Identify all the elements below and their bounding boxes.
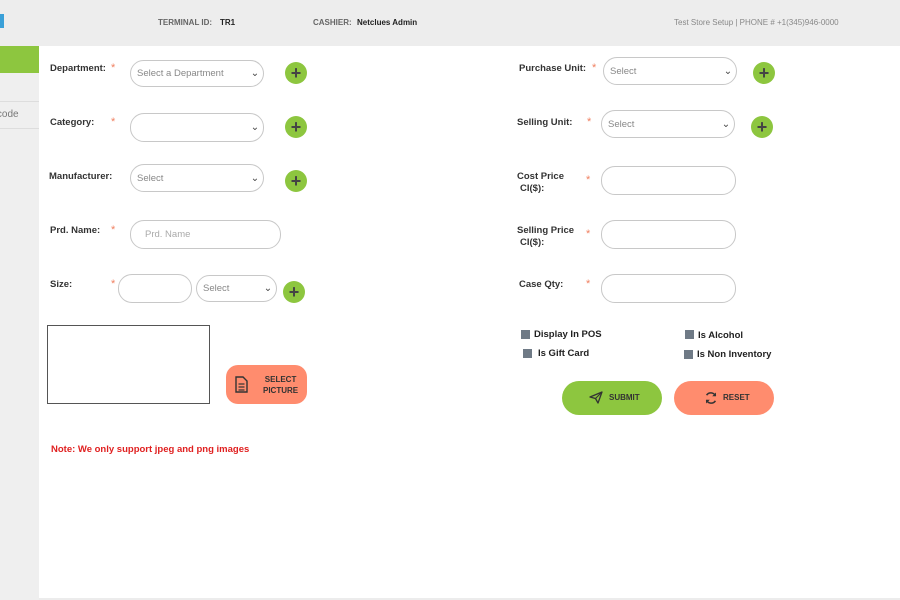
is-gift-card-checkbox[interactable] — [523, 349, 532, 358]
terminal-id-value: TR1 — [220, 18, 236, 27]
add-department-button[interactable]: + — [285, 62, 307, 84]
manufacturer-value: Select — [137, 172, 164, 184]
plus-icon: + — [288, 282, 300, 302]
selling-unit-value: Select — [608, 118, 635, 130]
is-alcohol-checkbox[interactable] — [685, 330, 694, 339]
is-alcohol-label: Is Alcohol — [698, 330, 744, 341]
cost-price-input[interactable] — [601, 166, 736, 195]
sidebar-item-barcode[interactable]: arcode — [0, 101, 39, 129]
required-mark: * — [592, 62, 597, 74]
sidebar — [0, 46, 39, 600]
purchase-unit-label: Purchase Unit: — [519, 63, 587, 74]
plus-icon: + — [290, 117, 302, 137]
refresh-icon — [705, 392, 717, 404]
select-picture-label: SELECT PICTURE — [263, 374, 298, 396]
sidebar-item-active[interactable] — [0, 46, 39, 73]
required-mark: * — [586, 174, 591, 186]
category-label: Category: — [50, 117, 95, 128]
chevron-down-icon: ⌄ — [250, 172, 260, 184]
is-non-inventory-label: Is Non Inventory — [697, 349, 772, 360]
size-unit-value: Select — [203, 283, 230, 294]
store-info: Test Store Setup | PHONE # +1(345)946-00… — [674, 18, 839, 27]
chevron-down-icon: ⌄ — [250, 68, 260, 79]
product-name-label: Prd. Name: — [50, 225, 101, 236]
required-mark: * — [111, 278, 116, 290]
case-qty-input[interactable] — [601, 274, 736, 303]
document-icon — [235, 376, 248, 393]
required-mark: * — [586, 228, 591, 240]
logo — [0, 14, 4, 28]
department-select[interactable]: Select a Department ⌄ — [130, 60, 264, 87]
chevron-down-icon: ⌄ — [723, 65, 733, 77]
department-label: Department: — [50, 63, 106, 74]
size-unit-select[interactable]: Select ⌄ — [196, 275, 277, 302]
manufacturer-label: Manufacturer: — [49, 171, 113, 182]
picture-preview — [47, 325, 210, 404]
department-value: Select a Department — [137, 68, 224, 79]
sidebar-item-label: arcode — [0, 109, 19, 120]
required-mark: * — [587, 116, 592, 128]
category-select[interactable]: ⌄ — [130, 113, 264, 142]
required-mark: * — [111, 62, 116, 74]
size-label: Size: — [50, 279, 73, 290]
plus-icon: + — [756, 117, 768, 137]
add-category-button[interactable]: + — [285, 116, 307, 138]
cashier-label: CASHIER: — [313, 18, 352, 27]
cashier-value: Netclues Admin — [357, 18, 418, 27]
selling-price-label-line1: Selling Price — [517, 225, 575, 236]
is-non-inventory-checkbox[interactable] — [684, 350, 693, 359]
display-in-pos-checkbox[interactable] — [521, 330, 530, 339]
plus-icon: + — [290, 63, 302, 83]
chevron-down-icon: ⌄ — [721, 118, 731, 130]
selling-price-input[interactable] — [601, 220, 736, 249]
reset-label: RESET — [723, 393, 750, 402]
plus-icon: + — [290, 171, 302, 191]
case-qty-label: Case Qty: — [519, 279, 564, 290]
submit-label: SUBMIT — [609, 393, 640, 402]
submit-button[interactable]: SUBMIT — [562, 381, 662, 415]
selling-price-label-line2: CI($): — [520, 237, 545, 248]
image-format-note: Note: We only support jpeg and png image… — [51, 444, 250, 455]
required-mark: * — [111, 116, 116, 128]
top-header: TERMINAL ID: TR1 CASHIER: Netclues Admin… — [0, 0, 900, 46]
select-picture-line1: SELECT — [264, 375, 297, 384]
reset-button[interactable]: RESET — [674, 381, 774, 415]
purchase-unit-select[interactable]: Select ⌄ — [603, 57, 737, 85]
send-icon — [589, 391, 603, 404]
purchase-unit-value: Select — [610, 65, 637, 77]
select-picture-button[interactable]: SELECT PICTURE — [226, 365, 307, 404]
product-name-input[interactable] — [130, 220, 281, 249]
add-manufacturer-button[interactable]: + — [285, 170, 307, 192]
size-input[interactable] — [118, 274, 192, 303]
manufacturer-select[interactable]: Select ⌄ — [130, 164, 264, 192]
selling-unit-label: Selling Unit: — [517, 117, 573, 128]
add-size-unit-button[interactable]: + — [283, 281, 305, 303]
display-in-pos-label: Display In POS — [534, 329, 602, 340]
cost-price-label-line2: CI($): — [520, 183, 545, 194]
chevron-down-icon: ⌄ — [263, 283, 273, 294]
cost-price-label-line1: Cost Price — [517, 171, 564, 182]
selling-unit-select[interactable]: Select ⌄ — [601, 110, 735, 138]
select-picture-line2: PICTURE — [263, 386, 299, 395]
required-mark: * — [111, 224, 116, 236]
required-mark: * — [586, 278, 591, 290]
plus-icon: + — [758, 63, 770, 83]
is-gift-card-label: Is Gift Card — [538, 348, 590, 359]
add-selling-unit-button[interactable]: + — [751, 116, 773, 138]
terminal-id-label: TERMINAL ID: — [158, 18, 213, 27]
chevron-down-icon: ⌄ — [250, 122, 260, 133]
add-purchase-unit-button[interactable]: + — [753, 62, 775, 84]
